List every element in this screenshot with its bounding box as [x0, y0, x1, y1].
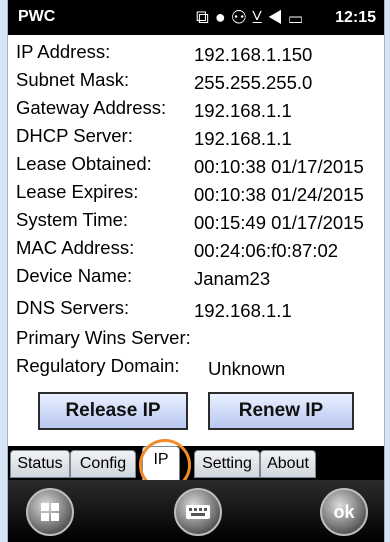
connection-icon: ⧉: [196, 7, 215, 27]
windows-logo-icon[interactable]: [26, 488, 74, 536]
label: Device Name:: [16, 265, 133, 286]
app-title: PWC: [18, 8, 56, 25]
status-bar: PWC ⧉●⚇⊻◀▭ 12:15: [8, 0, 384, 35]
battery-icon: ▭: [288, 7, 309, 27]
clock: 12:15: [335, 9, 376, 26]
row-lease-obtained: Lease Obtained: 00:10:38 01/17/2015: [16, 153, 382, 179]
volume-icon: ◀: [268, 7, 289, 27]
value: 192.168.1.1: [194, 128, 292, 149]
row-primary-wins-server: Primary Wins Server:: [16, 327, 382, 353]
value: 00:24:06:f0:87:02: [194, 240, 339, 261]
value: 192.168.1.1: [194, 300, 292, 321]
value: 255.255.255.0: [194, 72, 313, 93]
row-ip-address: IP Address: 192.168.1.150: [16, 41, 382, 67]
value: 00:10:38 01/24/2015: [194, 184, 364, 205]
ok-button[interactable]: ok: [320, 488, 368, 536]
tab-config[interactable]: Config: [70, 450, 136, 478]
value: 00:15:49 01/17/2015: [194, 212, 364, 233]
release-ip-button[interactable]: Release IP: [38, 392, 188, 430]
row-system-time: System Time: 00:15:49 01/17/2015: [16, 209, 382, 235]
row-dns-servers: DNS Servers: 192.168.1.1: [16, 297, 382, 323]
row-subnet-mask: Subnet Mask: 255.255.255.0: [16, 69, 382, 95]
value: 192.168.1.1: [194, 100, 292, 121]
value: Janam23: [194, 268, 271, 289]
label: MAC Address:: [16, 237, 135, 258]
label: Lease Obtained:: [16, 153, 152, 174]
device-screen: PWC ⧉●⚇⊻◀▭ 12:15 IP Address: 192.168.1.15…: [7, 0, 385, 542]
keyboard-icon[interactable]: [174, 488, 222, 536]
row-dhcp-server: DHCP Server: 192.168.1.1: [16, 125, 382, 151]
row-regulatory-domain: Regulatory Domain: Unknown: [16, 355, 382, 381]
label: DNS Servers:: [16, 297, 130, 318]
row-lease-expires: Lease Expires: 00:10:38 01/24/2015: [16, 181, 382, 207]
row-device-name: Device Name: Janam23: [16, 265, 382, 291]
label: Lease Expires:: [16, 181, 139, 202]
label: Gateway Address:: [16, 97, 167, 118]
ip-info-panel: IP Address: 192.168.1.150 Subnet Mask: 255…: [8, 35, 384, 385]
people-icon: ⚇: [231, 7, 253, 27]
label: Primary Wins Server:: [16, 327, 191, 348]
no-signal-icon: ⊻: [252, 7, 269, 27]
tab-status[interactable]: Status: [10, 450, 70, 478]
row-gateway-address: Gateway Address: 192.168.1.1: [16, 97, 382, 123]
label: IP Address:: [16, 41, 111, 62]
windows-logo-glyph: [41, 503, 59, 521]
circle-icon: ●: [214, 7, 232, 27]
status-icons: ⧉●⚇⊻◀▭: [196, 7, 308, 28]
value: Unknown: [208, 358, 286, 379]
tab-setting[interactable]: Setting: [194, 450, 260, 478]
tab-bar: Status Config IP Setting About: [8, 446, 384, 481]
label: System Time:: [16, 209, 129, 230]
value: 192.168.1.150: [194, 44, 313, 65]
keyboard-glyph: [186, 505, 210, 519]
value: 00:10:38 01/17/2015: [194, 156, 364, 177]
label: DHCP Server:: [16, 125, 133, 146]
row-mac-address: MAC Address: 00:24:06:f0:87:02: [16, 237, 382, 263]
label: Regulatory Domain:: [16, 355, 180, 376]
renew-ip-button[interactable]: Renew IP: [208, 392, 354, 430]
label: Subnet Mask:: [16, 69, 130, 90]
tab-about[interactable]: About: [260, 450, 316, 478]
bottom-bar: ok: [8, 480, 384, 542]
